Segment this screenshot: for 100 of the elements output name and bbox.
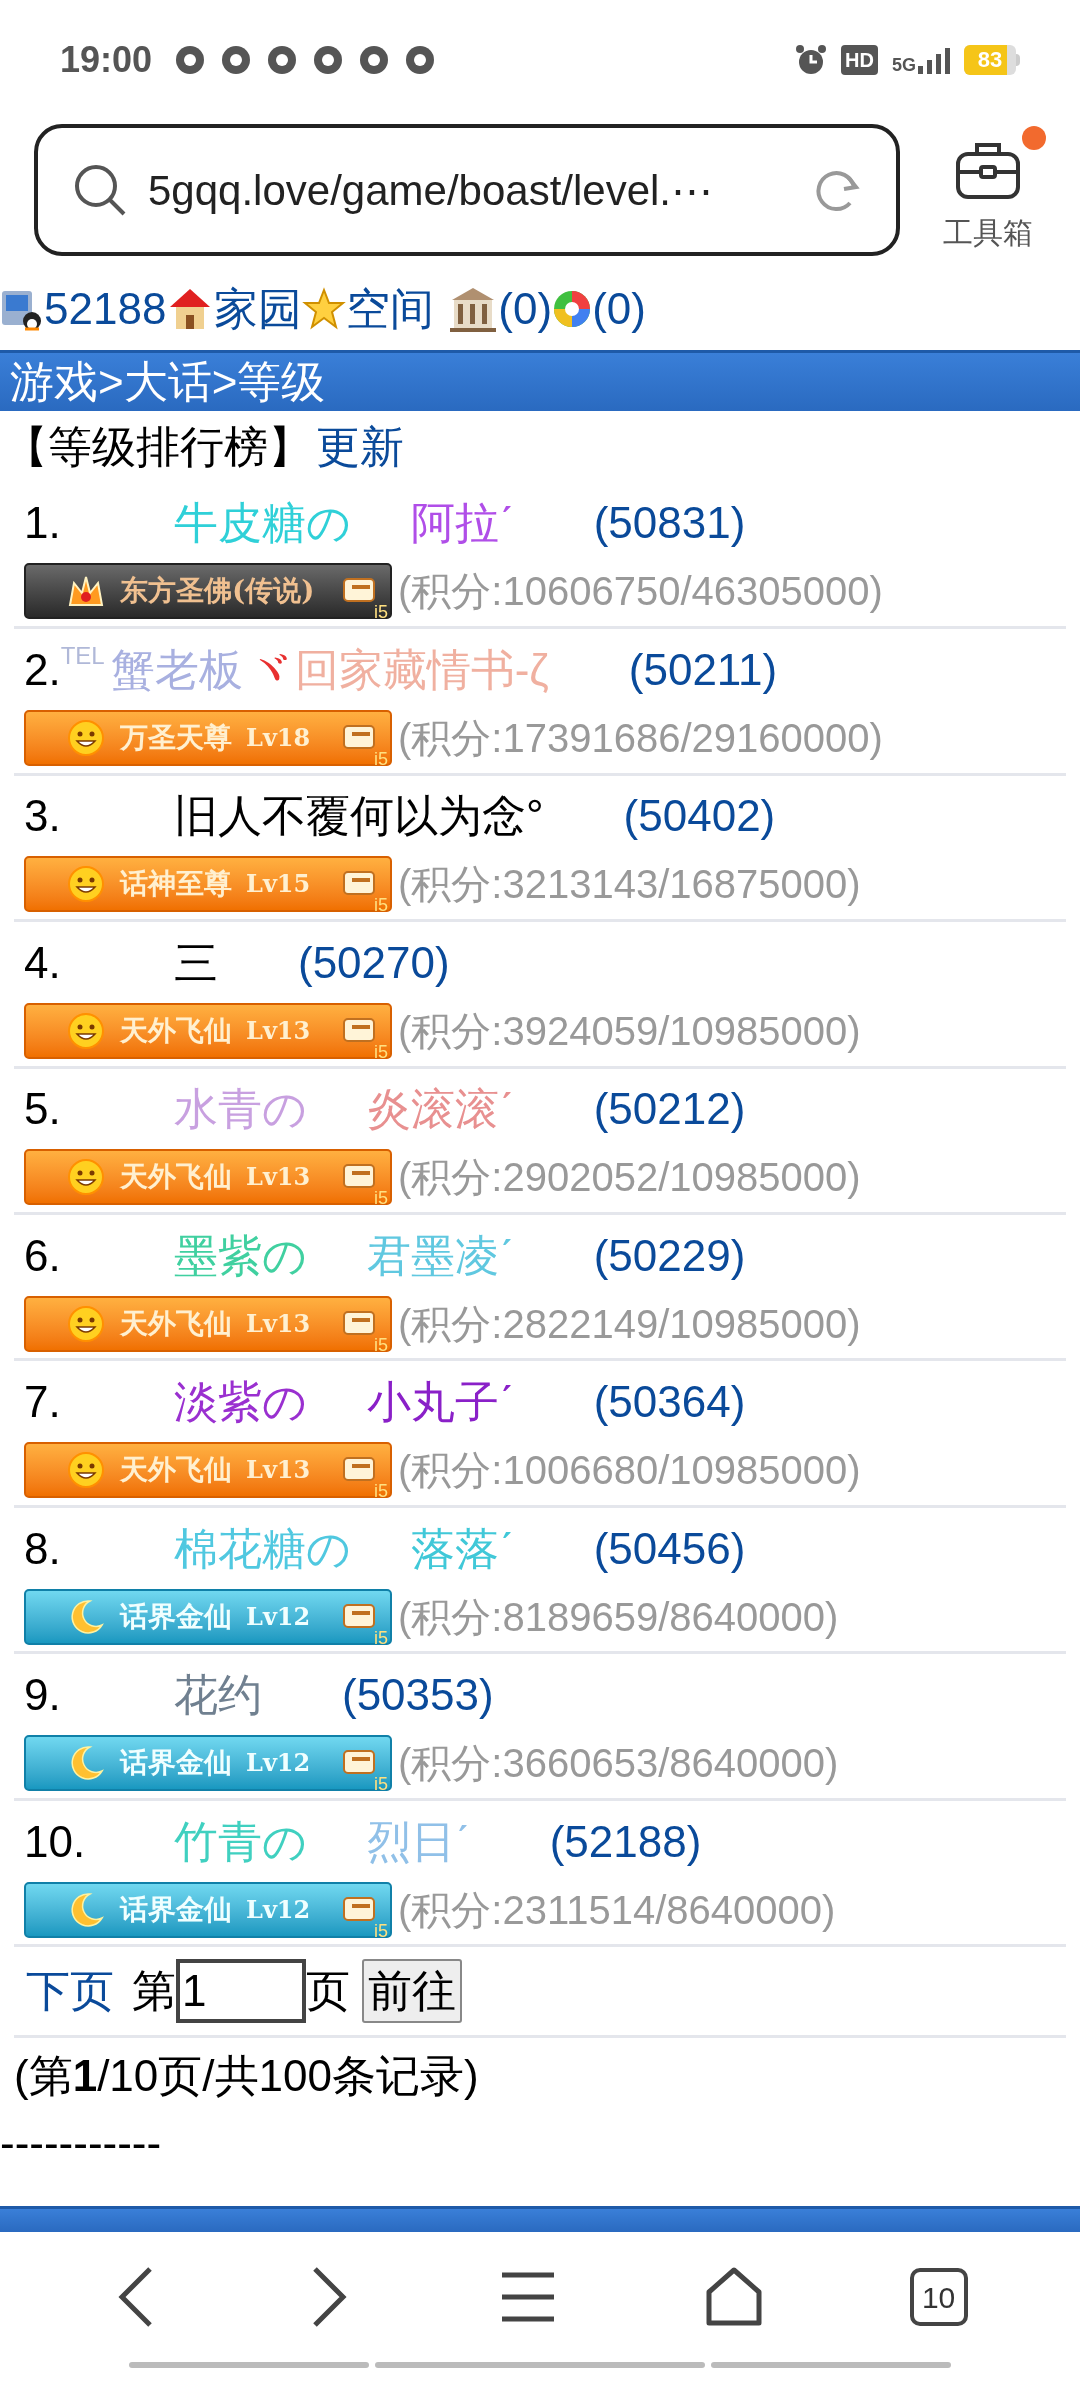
player-id-link[interactable]: (50212) [593,1076,746,1143]
rank-number: 9. [24,1669,62,1722]
player-name: 牛皮糖の [174,497,351,550]
count-link[interactable]: (0) [592,275,646,342]
badge-corner-label: i5 [374,896,388,915]
smiley-sun-icon [66,1157,106,1198]
badge-title: 天外飞仙 [120,1012,232,1049]
badge-title: 话神至尊 [120,866,232,903]
player-name: 烈日ˊ [367,1815,470,1868]
score-text: (积分:2311514/8640000) [398,1886,836,1934]
badge-corner-label: i5 [374,1921,388,1940]
name-prefix: TEL [60,640,105,671]
player-name: 炎滚滚ˊ [367,1083,514,1136]
home-link[interactable]: 家园 [214,275,303,342]
signal-icon [918,45,950,74]
next-page-link[interactable]: 下页 [26,1958,114,2025]
badge-level: Lv12 [246,1600,311,1633]
rank-number: 2. [24,643,61,696]
score-text: (积分:3924059/10985000) [398,1007,861,1055]
player-id-link[interactable]: (52188) [549,1808,702,1875]
badge-title: 天外飞仙 [120,1452,232,1489]
player-id-link[interactable]: (50831) [593,490,746,557]
page-label: 第 [132,1965,176,2018]
player-name: 三 [174,936,218,989]
separator-dashes: ----------- [0,2117,163,2170]
player-id-link[interactable]: (50229) [593,1222,746,1289]
badge-corner-label: i5 [374,1189,388,1208]
player-name: 棉花糖の [174,1522,351,1575]
notification-icon [358,43,391,76]
player-name: 蟹老板 [110,643,243,696]
page-label: 页 [306,1965,350,2018]
player-name: ヾ [246,643,291,696]
badge-corner-label: i5 [374,1482,388,1501]
url-text: 5gqq.love/game/boast/level.⋯ [148,165,714,216]
rank-number: 4. [24,936,62,989]
smiley-sun-icon [66,1450,106,1491]
player-id-link[interactable]: (50456) [593,1515,746,1582]
color-wheel-icon [552,288,593,329]
rank-number: 3. [24,790,62,843]
player-id-link[interactable]: (50211) [628,636,778,703]
badge-title: 万圣天尊 [120,719,232,756]
score-text: (积分:8189659/8640000) [398,1593,839,1641]
search-icon [72,162,128,218]
player-id-link[interactable]: (50364) [593,1369,746,1436]
address-bar[interactable]: 5gqq.love/game/boast/level.⋯ [34,124,900,256]
battery-percent: 83 [976,45,1004,74]
toolbox-button[interactable]: 工具箱 [936,125,1046,255]
badge-title: 天外飞仙 [120,1159,232,1196]
badge-level: Lv13 [246,1014,311,1047]
badge-title: 话界金仙 [120,1598,232,1635]
player-id-link[interactable]: (50270) [298,929,450,996]
smiley-sun-icon [66,1010,106,1051]
network-type: 5G [892,55,916,74]
user-id-link[interactable]: 52188 [44,275,167,342]
hd-indicator: HD [841,44,878,75]
go-button[interactable]: 前往 [362,1959,462,2024]
toolbox-label: 工具箱 [943,214,1033,251]
badge-corner-label: i5 [374,603,388,622]
badge-corner-label: i5 [374,1775,388,1794]
player-name: 阿拉ˊ [411,497,514,550]
star-icon [302,286,347,331]
rank-number: 7. [24,1376,62,1429]
notification-icon [266,43,299,76]
tabs-button[interactable]: 10 [909,2268,968,2326]
player-name: 水青の [174,1083,307,1136]
badge-level: Lv15 [246,868,311,901]
player-name: 竹青の [174,1815,307,1868]
rank-number: 5. [24,1083,62,1136]
player-name: 花约 [174,1669,262,1722]
rank-number: 1. [24,497,62,550]
rank-number: 6. [24,1229,62,1282]
score-text: (积分:3660653/8640000) [398,1740,839,1788]
rank-number: 10. [24,1815,87,1868]
breadcrumb-bar: 游戏>大话>等级 [0,350,1080,412]
smiley-sun-icon [66,1303,106,1344]
refresh-link[interactable]: 更新 [316,414,404,481]
badge-title: 话界金仙 [120,1745,232,1782]
badge-corner-label: i5 [374,1628,388,1647]
score-text: (积分:2902052/10985000) [398,1154,861,1202]
score-text: (积分:17391686/29160000) [398,714,883,762]
notification-icon [404,43,437,76]
player-id-link[interactable]: (50353) [342,1662,494,1729]
score-text: (积分:2822149/10985000) [398,1300,861,1348]
player-name: 墨紫の [174,1229,307,1282]
page-input[interactable]: 1 [176,1959,306,2024]
record-summary: (第1/10页/共100条记录) [14,2050,480,2103]
count-link[interactable]: (0) [498,275,553,342]
leaderboard-title: 【等级排行榜】 [4,421,312,474]
badge-title: 天外飞仙 [120,1305,232,1342]
notification-icon [174,43,207,76]
smiley-sun-icon [66,864,106,905]
notification-icon [220,43,253,76]
player-id-link[interactable]: (50402) [623,783,776,850]
space-link[interactable]: 空间 [346,275,435,342]
badge-corner-label: i5 [374,1042,388,1061]
badge-title: 话界金仙 [120,1891,232,1928]
badge-corner-label: i5 [374,749,388,768]
player-name: 回家藏情书-ζ [294,643,549,696]
rank-number: 8. [24,1522,62,1575]
smiley-sun-icon [66,717,106,758]
